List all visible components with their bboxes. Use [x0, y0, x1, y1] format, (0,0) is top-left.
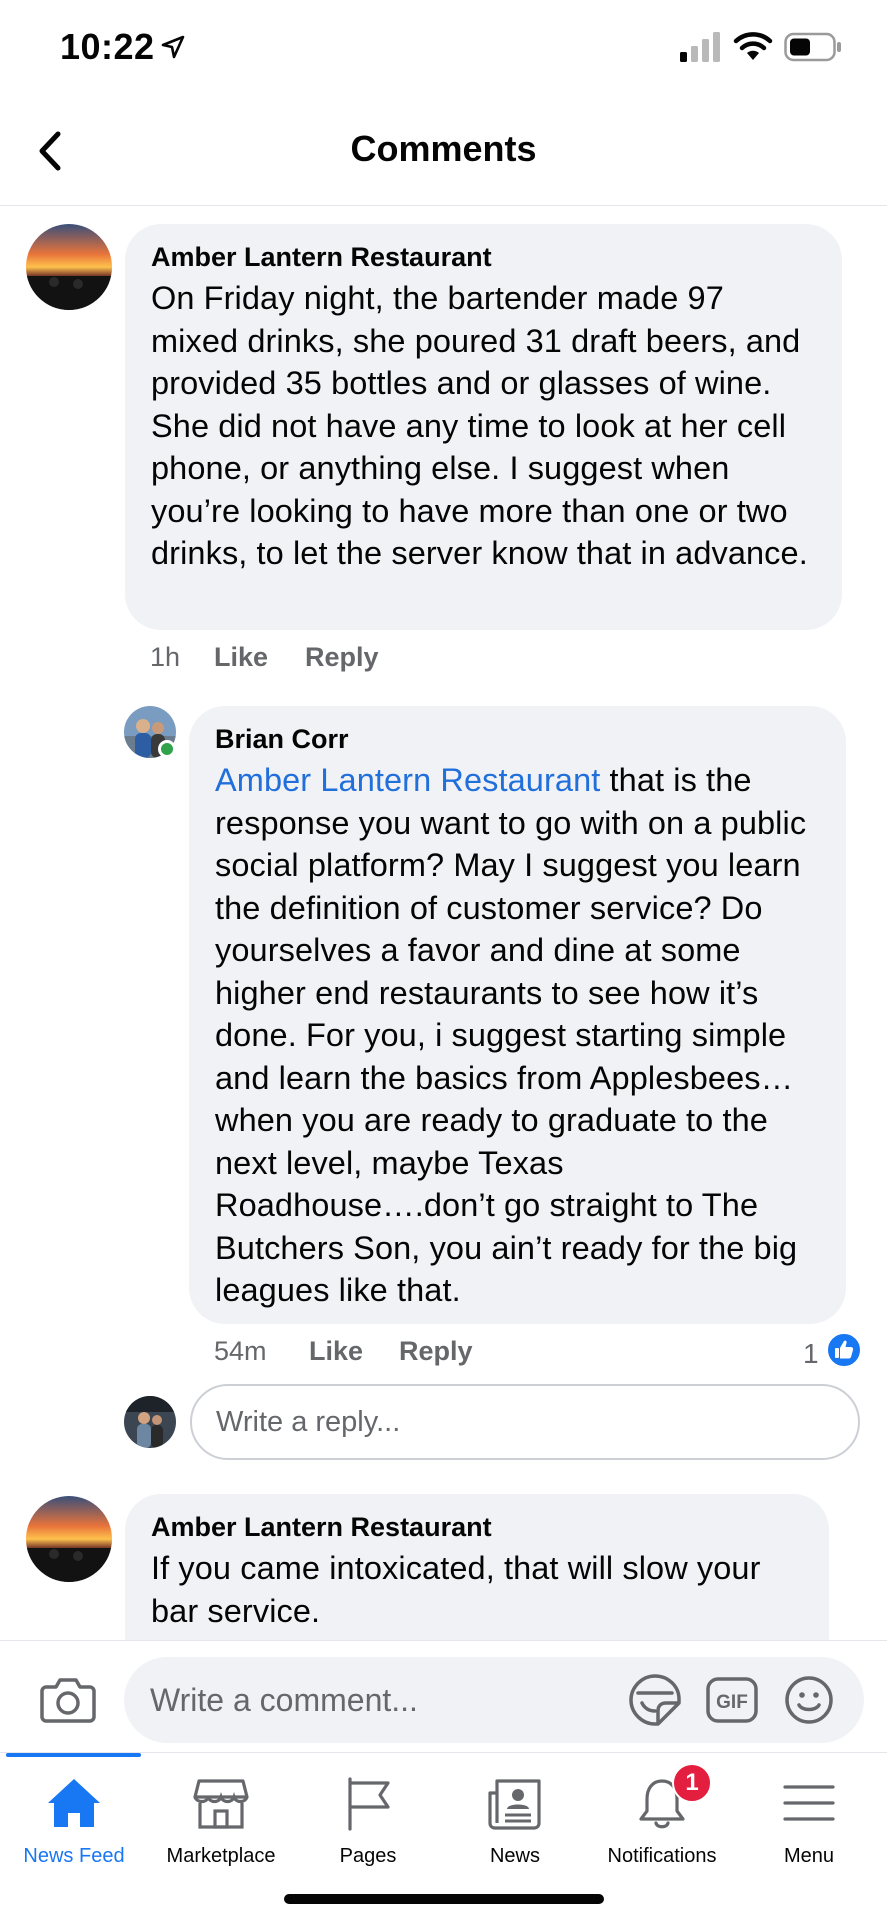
comment-bubble: Amber Lantern Restaurant If you came int…: [125, 1494, 829, 1640]
comment-time: 1h: [150, 642, 181, 672]
tab-label: Marketplace: [166, 1845, 276, 1867]
comment-author[interactable]: Amber Lantern Restaurant: [151, 1512, 803, 1543]
comment-author[interactable]: Brian Corr: [215, 724, 820, 755]
reply-input[interactable]: [190, 1384, 860, 1460]
camera-icon[interactable]: [40, 1675, 96, 1723]
tab-label: News: [489, 1845, 540, 1867]
wifi-icon: [733, 32, 773, 60]
reaction-count[interactable]: 1: [803, 1338, 819, 1370]
comment-bubble: Amber Lantern Restaurant On Friday night…: [125, 224, 842, 630]
comment-text: On Friday night, the bartender made 97 m…: [151, 280, 808, 571]
news-icon: [488, 1779, 541, 1830]
mention-link[interactable]: Amber Lantern Restaurant: [215, 762, 600, 798]
flag-icon: [348, 1777, 390, 1831]
home-icon: [48, 1779, 100, 1827]
location-arrow-icon: [161, 35, 185, 59]
comment-text: If you came intoxicated, that will slow …: [151, 1550, 761, 1629]
reply-bubble: Brian Corr Amber Lantern Restaurant that…: [189, 706, 846, 1324]
notification-badge: 1: [672, 1763, 712, 1803]
gif-icon[interactable]: GIF: [706, 1677, 758, 1723]
tab-marketplace[interactable]: Marketplace: [147, 1767, 295, 1877]
status-time: 10:22: [60, 26, 155, 67]
tab-news-feed[interactable]: News Feed: [0, 1767, 148, 1877]
my-avatar: [124, 1396, 176, 1448]
tab-label: News Feed: [23, 1845, 125, 1867]
tab-menu[interactable]: Menu: [735, 1767, 883, 1877]
home-indicator[interactable]: [284, 1894, 604, 1904]
reply-button[interactable]: Reply: [399, 1336, 473, 1367]
tab-notifications[interactable]: 1 Notifications: [588, 1763, 736, 1877]
tab-news[interactable]: News: [441, 1767, 589, 1877]
active-tab-indicator: [6, 1753, 141, 1757]
online-status-dot: [158, 740, 176, 758]
tab-label: Menu: [783, 1845, 835, 1867]
like-button[interactable]: Like: [214, 642, 268, 673]
comment-time: 54m: [214, 1336, 267, 1366]
cellular-signal-icon: [680, 32, 720, 62]
comment-actions: 1h Like Reply: [150, 642, 550, 678]
tab-label: Notifications: [607, 1845, 717, 1867]
comment-composer: GIF: [0, 1640, 887, 1752]
reply-button[interactable]: Reply: [305, 642, 379, 673]
page-title: Comments: [350, 128, 537, 169]
avatar-amber-lantern[interactable]: [26, 1496, 112, 1582]
hamburger-icon: [783, 1785, 835, 1821]
reply-actions: 54m Like Reply: [214, 1336, 614, 1372]
tab-label: Pages: [339, 1845, 397, 1867]
marketplace-icon: [193, 1779, 249, 1829]
comments-screen: 10:22 Comments Amber Lantern Restaurant …: [0, 0, 887, 1920]
svg-text:GIF: GIF: [716, 1692, 748, 1713]
comment-author[interactable]: Amber Lantern Restaurant: [151, 242, 816, 273]
sticker-icon[interactable]: [628, 1673, 682, 1727]
tab-pages[interactable]: Pages: [294, 1767, 442, 1877]
comment-text: Amber Lantern Restaurant that is the res…: [215, 759, 820, 1312]
status-bar: 10:22: [0, 0, 887, 96]
header: Comments: [0, 96, 887, 206]
like-button[interactable]: Like: [309, 1336, 363, 1367]
reply-body: that is the response you want to go with…: [215, 762, 807, 1308]
battery-icon: [784, 32, 841, 62]
emoji-icon[interactable]: [784, 1675, 834, 1725]
avatar-amber-lantern[interactable]: [26, 224, 112, 310]
thumbs-up-reaction-icon[interactable]: [826, 1332, 862, 1368]
